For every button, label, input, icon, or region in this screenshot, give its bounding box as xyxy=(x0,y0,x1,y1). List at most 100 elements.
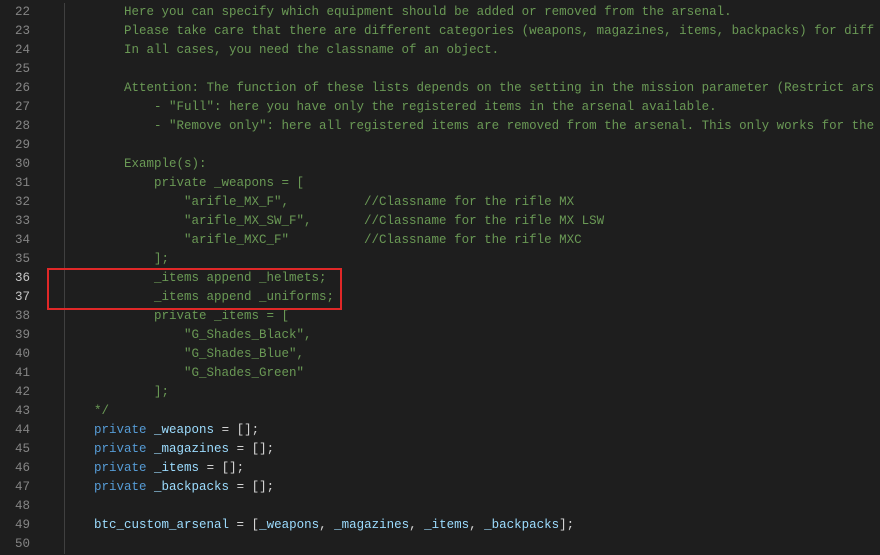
code-token: private _weapons = [ xyxy=(64,176,304,190)
code-line[interactable] xyxy=(48,60,880,79)
code-token: - "Full": here you have only the registe… xyxy=(64,100,717,114)
code-line[interactable]: Example(s): xyxy=(48,155,880,174)
code-line[interactable]: private _items = []; xyxy=(48,459,880,478)
code-token xyxy=(64,480,94,494)
code-line[interactable]: - "Full": here you have only the registe… xyxy=(48,98,880,117)
code-token: _items xyxy=(154,461,199,475)
code-token xyxy=(147,480,155,494)
code-line[interactable]: "G_Shades_Green" xyxy=(48,364,880,383)
code-token: = []; xyxy=(199,461,244,475)
line-number: 23 xyxy=(0,22,48,41)
code-token: ]; xyxy=(559,518,574,532)
code-token xyxy=(64,442,94,456)
line-number: 37 xyxy=(0,288,48,307)
line-number: 24 xyxy=(0,41,48,60)
line-number: 45 xyxy=(0,440,48,459)
code-token: = []; xyxy=(229,442,274,456)
code-token xyxy=(147,423,155,437)
line-number: 32 xyxy=(0,193,48,212)
code-token: "arifle_MX_F", //Classname for the rifle… xyxy=(64,195,574,209)
line-number: 29 xyxy=(0,136,48,155)
code-line[interactable] xyxy=(48,535,880,554)
code-token: btc_custom_arsenal xyxy=(94,518,229,532)
line-number: 31 xyxy=(0,174,48,193)
code-line[interactable] xyxy=(48,136,880,155)
code-token: private xyxy=(94,461,147,475)
line-number: 22 xyxy=(0,3,48,22)
code-token: "arifle_MX_SW_F", //Classname for the ri… xyxy=(64,214,604,228)
line-number: 44 xyxy=(0,421,48,440)
code-line[interactable]: Here you can specify which equipment sho… xyxy=(48,3,880,22)
code-line[interactable]: private _weapons = []; xyxy=(48,421,880,440)
code-line[interactable]: "G_Shades_Black", xyxy=(48,326,880,345)
line-number: 38 xyxy=(0,307,48,326)
code-line[interactable]: "arifle_MXC_F" //Classname for the rifle… xyxy=(48,231,880,250)
code-token: - "Remove only": here all registered ite… xyxy=(64,119,874,133)
code-line[interactable]: ]; xyxy=(48,383,880,402)
line-number: 34 xyxy=(0,231,48,250)
code-token: Attention: The function of these lists d… xyxy=(64,81,874,95)
code-token: */ xyxy=(64,404,109,418)
code-token: _backpacks xyxy=(154,480,229,494)
code-token: = [ xyxy=(229,518,259,532)
line-number: 27 xyxy=(0,98,48,117)
code-token: "G_Shades_Green" xyxy=(64,366,304,380)
code-line[interactable]: private _weapons = [ xyxy=(48,174,880,193)
line-number: 30 xyxy=(0,155,48,174)
code-token: = []; xyxy=(214,423,259,437)
code-line[interactable]: "arifle_MX_SW_F", //Classname for the ri… xyxy=(48,212,880,231)
code-token xyxy=(64,461,94,475)
code-line[interactable]: private _backpacks = []; xyxy=(48,478,880,497)
line-number: 40 xyxy=(0,345,48,364)
code-token xyxy=(64,423,94,437)
line-number: 35 xyxy=(0,250,48,269)
code-token: _items append _helmets; xyxy=(64,271,327,285)
code-line[interactable]: _items append _uniforms; xyxy=(48,288,880,307)
code-line[interactable]: "G_Shades_Blue", xyxy=(48,345,880,364)
code-token: private xyxy=(94,480,147,494)
code-token: _magazines xyxy=(154,442,229,456)
code-line[interactable]: Attention: The function of these lists d… xyxy=(48,79,880,98)
code-token: _backpacks xyxy=(484,518,559,532)
code-line[interactable]: "arifle_MX_F", //Classname for the rifle… xyxy=(48,193,880,212)
code-token: _weapons xyxy=(259,518,319,532)
code-editor[interactable]: 2223242526272829303132333435363738394041… xyxy=(0,0,880,555)
code-token: "G_Shades_Blue", xyxy=(64,347,304,361)
code-line[interactable]: - "Remove only": here all registered ite… xyxy=(48,117,880,136)
line-number: 49 xyxy=(0,516,48,535)
code-token: "G_Shades_Black", xyxy=(64,328,312,342)
code-token: Here you can specify which equipment sho… xyxy=(64,5,732,19)
code-line[interactable]: ]; xyxy=(48,250,880,269)
code-line[interactable]: btc_custom_arsenal = [_weapons, _magazin… xyxy=(48,516,880,535)
code-token: , xyxy=(319,518,334,532)
line-number: 50 xyxy=(0,535,48,554)
code-token: ]; xyxy=(64,252,169,266)
code-line[interactable]: _items append _helmets; xyxy=(48,269,880,288)
code-token: private _items = [ xyxy=(64,309,289,323)
code-line[interactable]: In all cases, you need the classname of … xyxy=(48,41,880,60)
code-token xyxy=(147,461,155,475)
line-number: 25 xyxy=(0,60,48,79)
code-content[interactable]: Here you can specify which equipment sho… xyxy=(48,0,880,555)
code-line[interactable]: */ xyxy=(48,402,880,421)
line-number: 42 xyxy=(0,383,48,402)
code-token: private xyxy=(94,442,147,456)
line-number: 28 xyxy=(0,117,48,136)
code-token: _items xyxy=(424,518,469,532)
code-line[interactable]: private _magazines = []; xyxy=(48,440,880,459)
code-token: In all cases, you need the classname of … xyxy=(64,43,499,57)
code-token: = []; xyxy=(229,480,274,494)
code-token: _weapons xyxy=(154,423,214,437)
line-number: 47 xyxy=(0,478,48,497)
code-token: Example(s): xyxy=(64,157,207,171)
code-token: private xyxy=(94,423,147,437)
line-number-gutter: 2223242526272829303132333435363738394041… xyxy=(0,0,48,555)
line-number: 26 xyxy=(0,79,48,98)
code-token xyxy=(147,442,155,456)
code-line[interactable] xyxy=(48,497,880,516)
code-line[interactable]: private _items = [ xyxy=(48,307,880,326)
line-number: 46 xyxy=(0,459,48,478)
line-number: 43 xyxy=(0,402,48,421)
code-line[interactable]: Please take care that there are differen… xyxy=(48,22,880,41)
line-number: 36 xyxy=(0,269,48,288)
